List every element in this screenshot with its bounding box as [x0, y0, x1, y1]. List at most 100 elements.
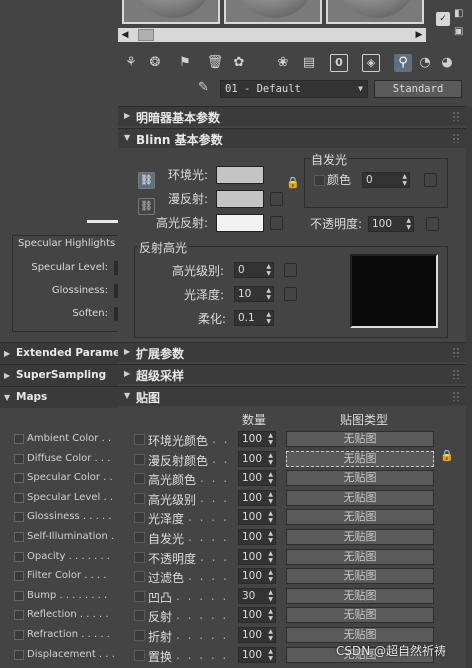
diffuse-map-button[interactable] — [270, 192, 283, 206]
spinner-arrows-icon[interactable]: ▲ ▼ — [268, 589, 273, 603]
go-to-parent-icon[interactable]: ◔ — [416, 54, 434, 72]
opacity-spinner[interactable]: 100 ▲ ▼ — [368, 216, 414, 232]
map-enable-checkbox[interactable] — [14, 630, 24, 640]
spinner-arrows-icon[interactable]: ▲ ▼ — [266, 287, 271, 301]
rollout-maps[interactable]: ▼ Maps — [0, 386, 118, 408]
map-amount-spinner[interactable]: 100 ▲ ▼ — [238, 627, 276, 643]
spinner-arrows-icon[interactable]: ▲ ▼ — [268, 491, 273, 505]
map-enable-checkbox[interactable] — [14, 473, 24, 484]
map-amount-spinner[interactable]: 100 ▲ ▼ — [238, 548, 276, 565]
map-amount-spinner[interactable]: 100 ▲ ▼ — [238, 450, 276, 467]
map-amount-spinner[interactable]: 100 ▲ ▼ — [238, 489, 276, 506]
sample-slot[interactable] — [326, 0, 424, 24]
make-unique-icon[interactable]: ✿ — [230, 54, 248, 72]
spinner-arrows-icon[interactable]: ▲ ▼ — [268, 530, 273, 544]
map-slot-button[interactable]: 无贴图 — [286, 470, 434, 487]
spinner-arrows-icon[interactable]: ▲ ▼ — [268, 648, 273, 662]
opacity-map-button[interactable] — [426, 217, 439, 231]
map-slot-button[interactable]: 无贴图 — [286, 627, 434, 643]
map-slot-button[interactable]: 无贴图 — [286, 489, 434, 506]
specular-map-button[interactable] — [270, 216, 283, 230]
material-type-button[interactable]: Standard — [374, 80, 462, 98]
self-illum-color-checkbox[interactable] — [314, 175, 325, 186]
specular-level-map-button[interactable] — [284, 263, 297, 277]
map-enable-checkbox[interactable] — [14, 512, 24, 523]
reset-map-icon[interactable]: 🗑 — [206, 54, 224, 72]
rollout-extended-parameters[interactable]: ▶ 扩展参数 — [118, 342, 466, 362]
rollout-supersampling[interactable]: ▶ 超级采样 — [118, 364, 466, 384]
lock-icon[interactable]: 🔒 — [286, 176, 300, 189]
map-amount-spinner[interactable]: 100 ▲ ▼ — [238, 431, 276, 447]
map-slot-button[interactable]: 无贴图 — [286, 509, 434, 526]
map-amount-spinner[interactable]: 100 ▲ ▼ — [238, 607, 276, 624]
map-enable-checkbox[interactable] — [134, 453, 145, 465]
show-map-icon[interactable]: ◈ — [362, 54, 380, 72]
spinner-arrows-icon[interactable]: ▲ ▼ — [268, 452, 273, 466]
map-amount-spinner[interactable]: 100 ▲ ▼ — [238, 470, 276, 487]
map-enable-checkbox[interactable] — [134, 473, 145, 485]
map-enable-checkbox[interactable] — [134, 630, 145, 641]
make-copy-icon[interactable]: ❀ — [274, 54, 292, 72]
map-enable-checkbox[interactable] — [14, 590, 24, 601]
map-slot-button[interactable]: 无贴图 — [286, 529, 434, 545]
map-enable-checkbox[interactable] — [134, 434, 145, 445]
chevron-down-icon[interactable]: ▼ — [358, 81, 363, 97]
self-illum-map-button[interactable] — [424, 173, 437, 187]
put-to-scene-icon[interactable]: ❂ — [146, 54, 164, 72]
map-slot-button[interactable]: 无贴图 — [286, 607, 434, 624]
spinner-arrows-icon[interactable]: ▲ ▼ — [268, 550, 273, 564]
map-enable-checkbox[interactable] — [134, 512, 145, 524]
map-enable-checkbox[interactable] — [134, 492, 145, 504]
map-amount-spinner[interactable]: 30 ▲ ▼ — [238, 587, 276, 604]
spinner-arrows-icon[interactable]: ▲ ▼ — [268, 628, 273, 642]
map-enable-checkbox[interactable] — [14, 492, 24, 503]
spinner-arrows-icon[interactable]: ▲ ▼ — [268, 569, 273, 583]
get-material-icon[interactable]: ⚘ — [122, 54, 140, 72]
lock-ambient-diffuse-icon[interactable]: ⛓ — [138, 172, 155, 189]
scroll-right-arrow[interactable]: ▶ — [412, 28, 426, 42]
scroll-left-arrow[interactable]: ◀ — [118, 28, 132, 42]
scrollbar-thumb[interactable] — [138, 29, 154, 41]
go-forward-sibling-icon[interactable]: ◕ — [438, 54, 456, 72]
diffuse-color-swatch[interactable] — [216, 190, 264, 208]
rollout-blinn-basic[interactable]: ▼ Blinn 基本参数 — [118, 128, 466, 148]
panel-scrollbar[interactable] — [466, 106, 472, 668]
sample-slot[interactable] — [224, 0, 322, 24]
spinner-arrows-icon[interactable]: ▲ ▼ — [266, 311, 271, 325]
map-enable-checkbox[interactable] — [14, 571, 24, 582]
material-id-icon[interactable]: 0 — [330, 54, 348, 72]
map-enable-checkbox[interactable] — [134, 649, 145, 661]
map-enable-checkbox[interactable] — [14, 649, 24, 660]
map-slot-button[interactable]: 无贴图 — [286, 568, 434, 585]
map-enable-checkbox[interactable] — [14, 434, 24, 444]
map-slot-button[interactable]: 无贴图 — [286, 431, 434, 447]
sample-slot[interactable] — [122, 0, 220, 24]
map-enable-checkbox[interactable] — [134, 571, 145, 583]
map-enable-checkbox[interactable] — [134, 551, 145, 563]
glossiness-spinner[interactable]: 10 ▲ ▼ — [234, 286, 274, 302]
material-name-field[interactable]: 01 - Default ▼ — [220, 80, 368, 98]
map-slot-button[interactable]: 无贴图 — [286, 450, 434, 467]
glossiness-map-button[interactable] — [284, 287, 297, 301]
put-to-library-icon[interactable]: ▤ — [300, 54, 318, 72]
specular-level-spinner[interactable]: 0 ▲ ▼ — [234, 262, 274, 278]
rollout-extended-parameters[interactable]: ▶ Extended Parame — [0, 342, 120, 364]
map-enable-checkbox[interactable] — [134, 610, 145, 622]
spinner-arrows-icon[interactable]: ▲ ▼ — [268, 432, 273, 446]
map-amount-spinner[interactable]: 100 ▲ ▼ — [238, 568, 276, 585]
map-enable-checkbox[interactable] — [14, 532, 24, 542]
map-amount-spinner[interactable]: 100 ▲ ▼ — [238, 509, 276, 526]
soften-spinner[interactable]: 0.1 ▲ ▼ — [234, 310, 274, 326]
spinner-arrows-icon[interactable]: ▲ ▼ — [268, 510, 273, 524]
map-amount-spinner[interactable]: 100 ▲ ▼ — [238, 529, 276, 545]
sample-type-icon[interactable]: ✓ — [436, 12, 450, 26]
map-slot-button[interactable]: 无贴图 — [286, 548, 434, 565]
sample-slot-scrollbar[interactable]: ◀ ▶ — [118, 28, 426, 42]
eyedropper-icon[interactable]: ✎ — [198, 80, 214, 98]
show-end-result-icon[interactable]: ⚲ — [394, 54, 412, 72]
rollout-supersampling[interactable]: ▶ SuperSampling — [0, 364, 118, 386]
background-icon[interactable]: ▣ — [454, 26, 466, 38]
map-slot-button[interactable]: 无贴图 — [286, 587, 434, 604]
map-enable-checkbox[interactable] — [14, 551, 24, 562]
map-enable-checkbox[interactable] — [134, 532, 145, 543]
